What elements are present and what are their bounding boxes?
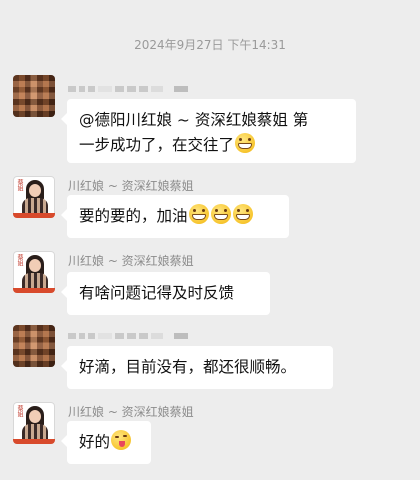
sender-name-redacted — [68, 330, 191, 342]
message-bubble[interactable]: 有啥问题记得及时反馈 — [61, 272, 270, 315]
grin-emoji-icon — [232, 204, 253, 224]
sender-name-redacted — [68, 83, 191, 95]
grin-emoji-icon — [188, 204, 209, 224]
wink-emoji-icon — [111, 430, 132, 450]
message-bubble[interactable]: 好滴，目前没有，都还很顺畅。 — [61, 346, 333, 389]
message-text-line-2: 一步成功了，在交往了 — [79, 136, 235, 154]
message-bubble[interactable]: 要的要的，加油 — [61, 195, 289, 238]
chat-timestamp: 2024年9月27日 下午14:31 — [134, 38, 286, 52]
avatar[interactable] — [13, 325, 55, 367]
sender-name: 川红娘 ~ 资深红娘蔡姐 — [68, 179, 194, 193]
message-bubble[interactable]: 好的 — [61, 421, 151, 464]
message-text-line-1: @德阳川红娘 ~ 资深红娘蔡姐 第 — [79, 111, 309, 129]
avatar[interactable]: 蔡姐 — [13, 251, 55, 293]
avatar[interactable]: 蔡姐 — [13, 402, 55, 444]
message-text: 好的 — [79, 433, 111, 451]
avatar[interactable]: 蔡姐 — [13, 176, 55, 218]
message-text: 要的要的，加油 — [79, 207, 188, 225]
message-bubble[interactable]: @德阳川红娘 ~ 资深红娘蔡姐 第 一步成功了，在交往了 — [61, 99, 356, 163]
avatar[interactable] — [13, 75, 55, 117]
sender-name: 川红娘 ~ 资深红娘蔡姐 — [68, 254, 194, 268]
message-text: 有啥问题记得及时反馈 — [79, 284, 235, 302]
message-text: 好滴，目前没有，都还很顺畅。 — [79, 358, 297, 376]
sender-name: 川红娘 ~ 资深红娘蔡姐 — [68, 405, 194, 419]
grin-emoji-icon — [210, 204, 231, 224]
grin-emoji-icon — [235, 133, 256, 153]
